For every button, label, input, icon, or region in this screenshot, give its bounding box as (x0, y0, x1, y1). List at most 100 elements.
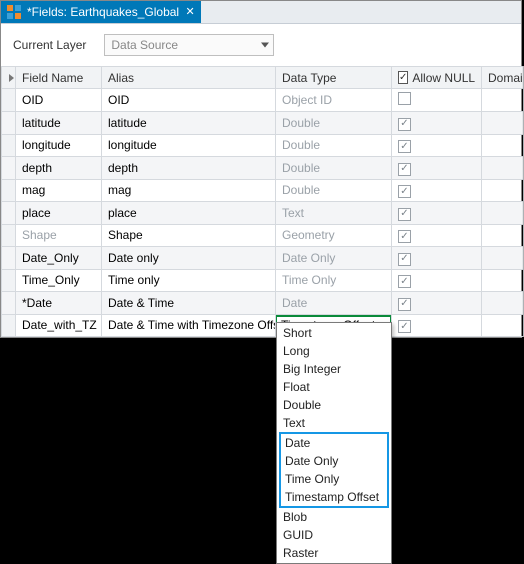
row-gutter[interactable] (2, 202, 16, 225)
cell-alias[interactable]: latitude (102, 112, 276, 135)
cell-field-name[interactable]: mag (16, 179, 102, 202)
checkbox-checked-icon[interactable]: ✓ (398, 320, 411, 333)
cell-allow-null[interactable]: ✓ (392, 269, 482, 292)
dropdown-option[interactable]: Big Integer (277, 360, 391, 378)
dropdown-option[interactable]: Text (277, 414, 391, 432)
row-gutter-header[interactable] (2, 67, 16, 89)
cell-alias[interactable]: mag (102, 179, 276, 202)
row-gutter[interactable] (2, 134, 16, 157)
cell-allow-null[interactable]: ✓ (392, 157, 482, 180)
dropdown-option[interactable]: Date Only (281, 452, 387, 470)
row-gutter[interactable] (2, 247, 16, 270)
cell-alias[interactable]: OID (102, 89, 276, 112)
row-gutter[interactable] (2, 269, 16, 292)
table-row[interactable]: Date_with_TZDate & Time with Timezone Of… (2, 314, 524, 337)
cell-alias[interactable]: Shape (102, 224, 276, 247)
dropdown-option[interactable]: Blob (277, 508, 391, 526)
cell-alias[interactable]: Date & Time (102, 292, 276, 315)
cell-alias[interactable]: longitude (102, 134, 276, 157)
cell-data-type[interactable]: Double (276, 134, 392, 157)
checkbox-checked-icon[interactable]: ✓ (398, 163, 411, 176)
data-type-dropdown[interactable]: ShortLongBig IntegerFloatDoubleText Date… (276, 322, 392, 564)
cell-domain[interactable] (482, 224, 524, 247)
cell-data-type[interactable]: Text (276, 202, 392, 225)
col-header-allow-null[interactable]: ✓ Allow NULL (392, 67, 482, 89)
cell-domain[interactable] (482, 269, 524, 292)
table-row[interactable]: Time_OnlyTime onlyTime Only ✓ (2, 269, 524, 292)
row-gutter[interactable] (2, 314, 16, 337)
cell-data-type[interactable]: Double (276, 179, 392, 202)
data-source-select[interactable]: Data Source (104, 34, 274, 56)
checkbox-icon[interactable]: ✓ (398, 71, 408, 84)
col-header-field[interactable]: Field Name (16, 67, 102, 89)
checkbox-checked-icon[interactable]: ✓ (398, 208, 411, 221)
cell-allow-null[interactable]: ✓ (392, 292, 482, 315)
table-row[interactable]: magmagDouble✓ (2, 179, 524, 202)
table-row[interactable]: placeplaceText✓ (2, 202, 524, 225)
row-gutter[interactable] (2, 224, 16, 247)
dropdown-option[interactable]: Timestamp Offset (281, 488, 387, 506)
cell-allow-null[interactable] (392, 89, 482, 112)
cell-data-type[interactable]: Date (276, 292, 392, 315)
tab-fields[interactable]: *Fields: Earthquakes_Global ✕ (1, 1, 201, 23)
cell-field-name[interactable]: depth (16, 157, 102, 180)
table-row[interactable]: OIDOIDObject ID (2, 89, 524, 112)
dropdown-option[interactable]: Raster (277, 544, 391, 562)
cell-domain[interactable] (482, 112, 524, 135)
cell-alias[interactable]: Date & Time with Timezone Offset (102, 314, 276, 337)
dropdown-option[interactable]: Short (277, 324, 391, 342)
cell-field-name[interactable]: Date_with_TZ (16, 314, 102, 337)
checkbox-unchecked-icon[interactable] (398, 92, 411, 105)
checkbox-checked-icon[interactable]: ✓ (398, 140, 411, 153)
row-gutter[interactable] (2, 157, 16, 180)
cell-field-name[interactable]: longitude (16, 134, 102, 157)
checkbox-checked-icon[interactable]: ✓ (398, 185, 411, 198)
cell-field-name[interactable]: Time_Only (16, 269, 102, 292)
cell-data-type[interactable]: Time Only (276, 269, 392, 292)
col-header-domain[interactable]: Domain (482, 67, 524, 89)
cell-field-name[interactable]: latitude (16, 112, 102, 135)
cell-field-name[interactable]: place (16, 202, 102, 225)
cell-allow-null[interactable]: ✓ (392, 314, 482, 337)
cell-data-type[interactable]: Object ID (276, 89, 392, 112)
row-gutter[interactable] (2, 179, 16, 202)
cell-allow-null[interactable]: ✓ (392, 134, 482, 157)
cell-data-type[interactable]: Double (276, 112, 392, 135)
table-row[interactable]: ShapeShapeGeometry✓ (2, 224, 524, 247)
cell-data-type[interactable]: Double (276, 157, 392, 180)
cell-alias[interactable]: depth (102, 157, 276, 180)
cell-domain[interactable] (482, 89, 524, 112)
table-row[interactable]: latitudelatitudeDouble✓ (2, 112, 524, 135)
col-header-type[interactable]: Data Type (276, 67, 392, 89)
cell-domain[interactable] (482, 179, 524, 202)
cell-allow-null[interactable]: ✓ (392, 224, 482, 247)
row-gutter[interactable] (2, 112, 16, 135)
dropdown-option[interactable]: Long (277, 342, 391, 360)
cell-domain[interactable] (482, 157, 524, 180)
table-row[interactable]: depthdepthDouble✓ (2, 157, 524, 180)
cell-data-type[interactable]: Geometry (276, 224, 392, 247)
cell-domain[interactable] (482, 202, 524, 225)
cell-allow-null[interactable]: ✓ (392, 202, 482, 225)
dropdown-option[interactable]: Float (277, 378, 391, 396)
cell-field-name[interactable]: Shape (16, 224, 102, 247)
checkbox-checked-icon[interactable]: ✓ (398, 275, 411, 288)
cell-allow-null[interactable]: ✓ (392, 179, 482, 202)
cell-domain[interactable] (482, 247, 524, 270)
checkbox-checked-icon[interactable]: ✓ (398, 118, 411, 131)
close-icon[interactable]: ✕ (185, 7, 195, 17)
cell-domain[interactable] (482, 134, 524, 157)
cell-alias[interactable]: place (102, 202, 276, 225)
table-row[interactable]: Date_OnlyDate onlyDate Only✓ (2, 247, 524, 270)
dropdown-option[interactable]: Date (281, 434, 387, 452)
checkbox-checked-icon[interactable]: ✓ (398, 298, 411, 311)
cell-allow-null[interactable]: ✓ (392, 112, 482, 135)
cell-alias[interactable]: Time only (102, 269, 276, 292)
checkbox-checked-icon[interactable]: ✓ (398, 253, 411, 266)
cell-field-name[interactable]: *Date (16, 292, 102, 315)
cell-data-type[interactable]: Date Only (276, 247, 392, 270)
cell-field-name[interactable]: OID (16, 89, 102, 112)
cell-domain[interactable] (482, 292, 524, 315)
table-row[interactable]: longitudelongitudeDouble✓ (2, 134, 524, 157)
dropdown-option[interactable]: GUID (277, 526, 391, 544)
